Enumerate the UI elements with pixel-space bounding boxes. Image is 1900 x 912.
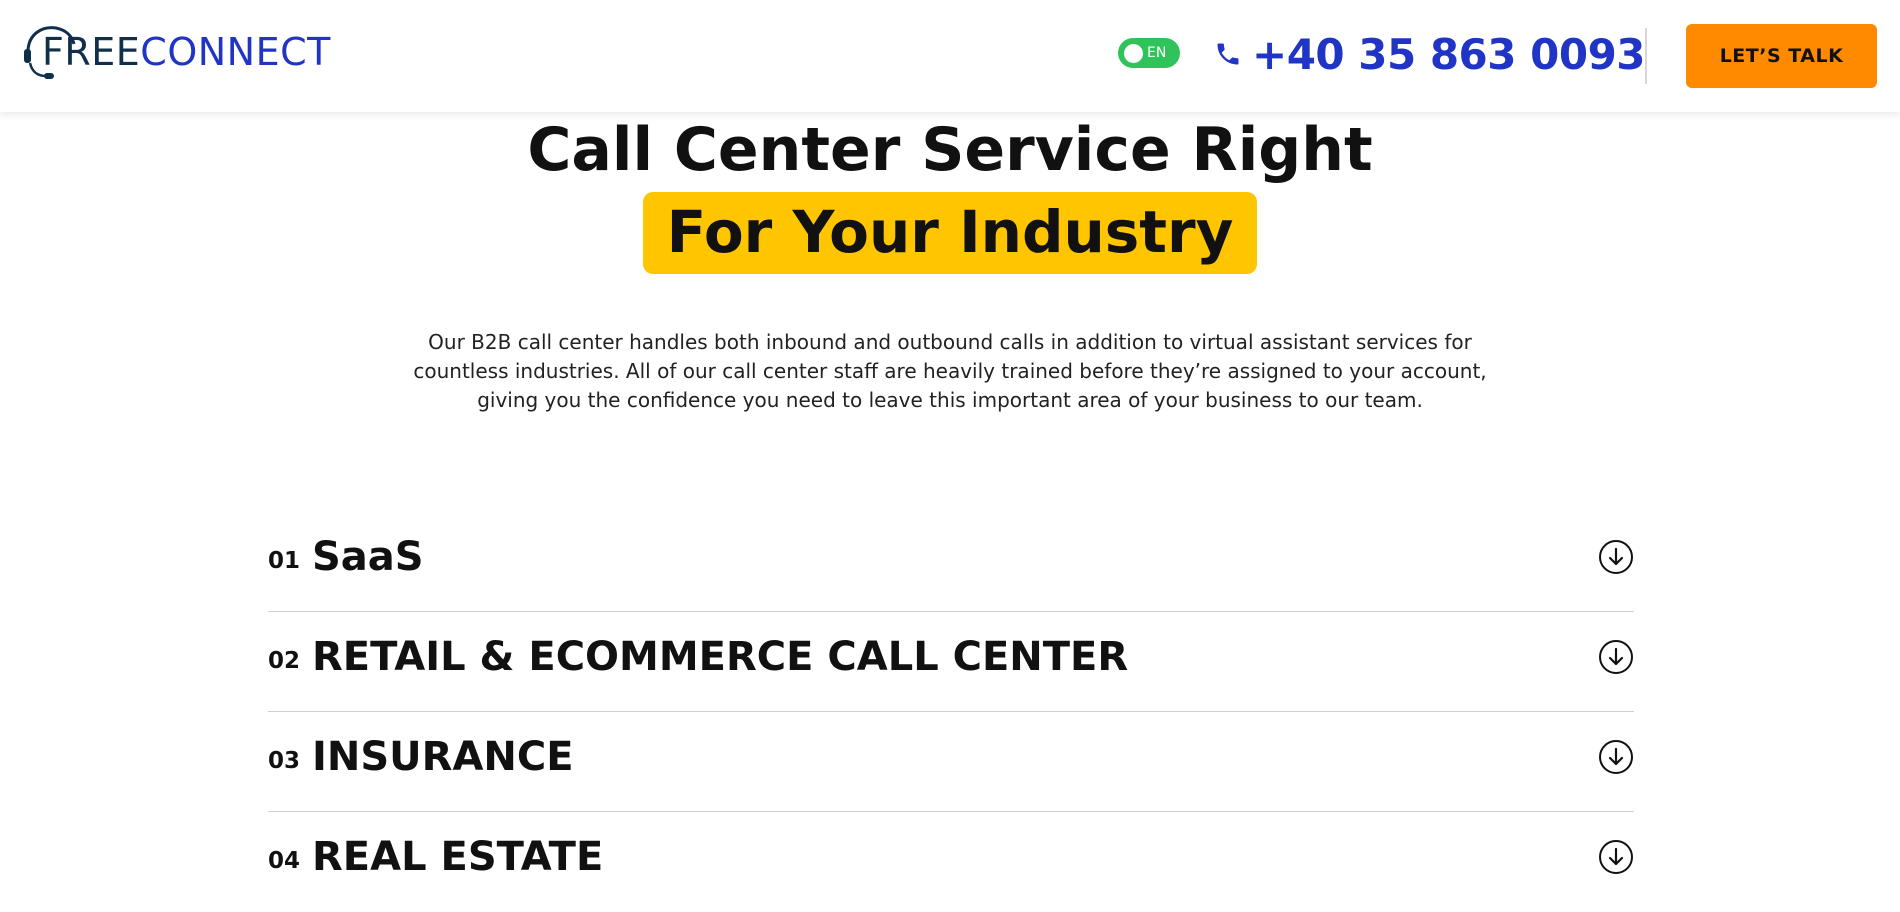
logo-part1: FREE xyxy=(42,30,141,74)
item-number: 03 xyxy=(268,748,301,774)
phone-number: +40 35 863 0093 xyxy=(1252,29,1646,79)
logo-part2: CONNECT xyxy=(140,30,331,74)
toggle-knob xyxy=(1124,43,1143,63)
language-toggle[interactable]: EN xyxy=(1118,38,1180,68)
arrow-down-circle-icon[interactable] xyxy=(1598,539,1634,575)
phone-link[interactable]: +40 35 863 0093 xyxy=(1214,26,1646,82)
arrow-down-circle-icon[interactable] xyxy=(1598,839,1634,875)
hero-highlight: For Your Industry xyxy=(642,192,1258,274)
site-header: FREECONNECT EN +40 35 863 0093 LET’S TAL… xyxy=(0,0,1900,112)
item-number: 01 xyxy=(268,548,301,574)
item-title: REAL ESTATE xyxy=(312,834,604,880)
arrow-down-circle-icon[interactable] xyxy=(1598,639,1634,675)
item-title: RETAIL & ECOMMERCE CALL CENTER xyxy=(312,634,1129,680)
language-label: EN xyxy=(1147,45,1167,61)
header-divider xyxy=(1645,28,1647,84)
hero-description: Our B2B call center handles both inbound… xyxy=(413,330,1487,412)
item-number: 02 xyxy=(268,648,301,674)
hero-highlight-wrap: For Your Industry xyxy=(0,192,1900,274)
accordion-item-saas[interactable]: 01 SaaS xyxy=(268,512,1634,612)
accordion-item-retail[interactable]: 02 RETAIL & ECOMMERCE CALL CENTER xyxy=(268,612,1634,712)
accordion-item-insurance[interactable]: 03 INSURANCE xyxy=(268,712,1634,812)
accordion-item-real-estate[interactable]: 04 REAL ESTATE xyxy=(268,812,1634,912)
logo[interactable]: FREECONNECT xyxy=(22,22,332,82)
arrow-down-circle-icon[interactable] xyxy=(1598,739,1634,775)
item-title: SaaS xyxy=(312,534,424,580)
hero-title: Call Center Service Right xyxy=(527,115,1373,185)
industries-accordion: 01 SaaS 02 RETAIL & ECOMMERCE CALL CENTE… xyxy=(268,512,1634,912)
logo-text: FREECONNECT xyxy=(42,30,331,74)
item-number: 04 xyxy=(268,848,301,874)
phone-icon xyxy=(1217,43,1239,65)
lets-talk-button[interactable]: LET’S TALK xyxy=(1686,24,1877,88)
item-title: INSURANCE xyxy=(312,734,574,780)
